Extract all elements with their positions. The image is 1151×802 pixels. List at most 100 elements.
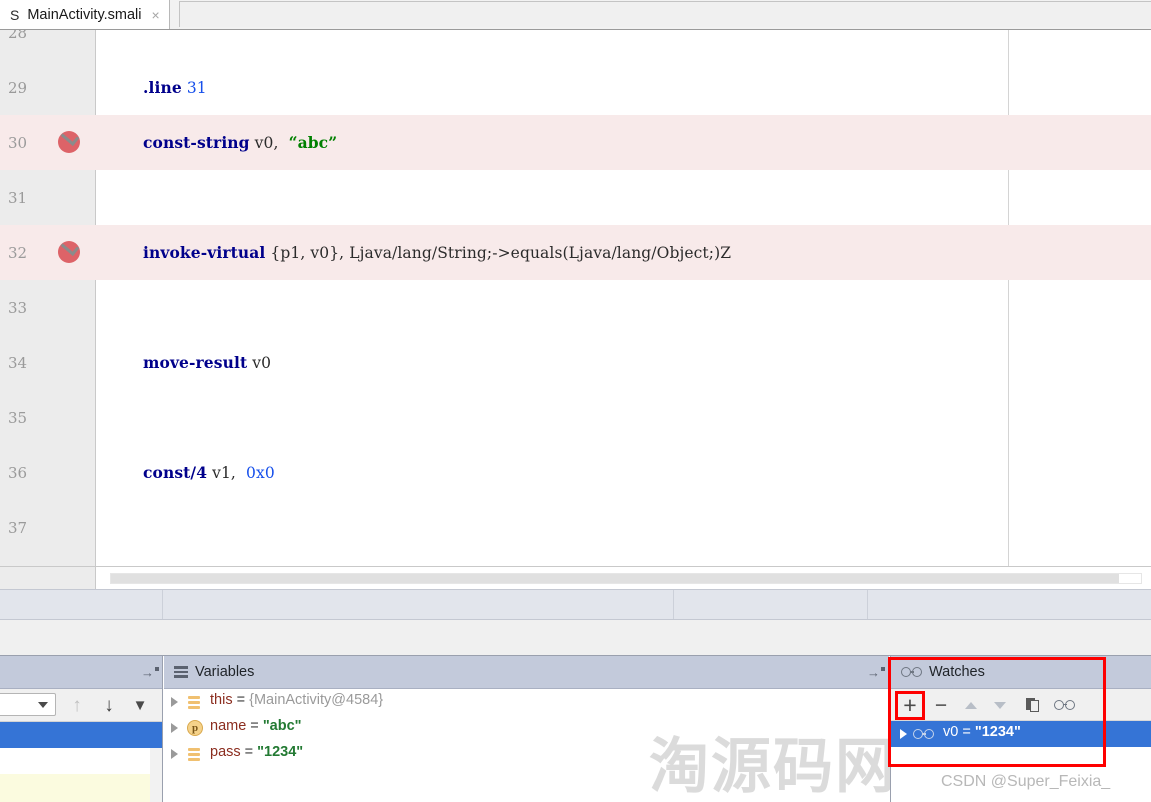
code-token-plain: v1, [207, 463, 247, 482]
move-up-icon[interactable]: ↑ [68, 696, 86, 715]
code-line-28[interactable]: 28 [0, 30, 1151, 60]
code-text: invoke-virtual {p1, v0}, Ljava/lang/Stri… [143, 225, 731, 280]
gutter-line-number: 37 [0, 500, 96, 555]
code-line-37[interactable]: 37 [0, 500, 1151, 555]
watches-view-button[interactable] [1053, 694, 1077, 716]
tab-mainactivity-smali[interactable]: S MainActivity.smali × [0, 0, 170, 29]
code-token-str: “abc” [288, 133, 338, 152]
gutter-line-number: 36 [0, 445, 96, 500]
tab-bar-empty-area [179, 1, 1151, 27]
frames-list[interactable] [0, 722, 162, 802]
close-icon[interactable]: × [150, 8, 160, 22]
gutter-line-number: 34 [0, 335, 96, 390]
expand-triangle-icon[interactable] [171, 723, 178, 733]
toolwindow-spacer [0, 620, 1151, 656]
watch-text: v0 = "1234" [943, 724, 1021, 740]
parameter-icon: p [187, 720, 203, 736]
code-text: const/4 v1, 0x0 [143, 445, 275, 500]
variable-name: name [210, 718, 247, 734]
move-down-button[interactable] [988, 694, 1012, 716]
triangle-down-icon [994, 701, 1006, 709]
scrollbar-thumb[interactable] [111, 574, 1119, 583]
hamburger-icon[interactable] [174, 666, 188, 678]
code-line-36[interactable]: 36 const/4 v1, 0x0 [0, 445, 1151, 500]
thread-selector-dropdown[interactable] [0, 693, 56, 716]
gutter-line-number: 35 [0, 390, 96, 445]
variables-list[interactable]: this = {MainActivity@4584} p name = "abc" p… [164, 689, 889, 802]
gutter-line-number: 32 [0, 225, 96, 280]
code-token-plain: v0 [247, 353, 272, 372]
hide-panel-icon[interactable]: → [867, 666, 885, 679]
code-line-31[interactable]: 31 [0, 170, 1151, 225]
variable-name: this [210, 692, 233, 708]
editor-tab-bar: S MainActivity.smali × [0, 0, 1151, 30]
watch-expression: v0 = [943, 724, 975, 740]
ide-window: S MainActivity.smali × 28 29 .line 31 30 con… [0, 0, 1151, 802]
frames-panel-header: → [0, 656, 162, 689]
glasses-icon [913, 729, 935, 740]
status-segment [163, 590, 674, 619]
watermark-bottom-right: CSDN @Super_Feixia_ [941, 773, 1111, 790]
code-text: const-string v0, “abc” [143, 115, 337, 170]
smali-file-icon: S [10, 6, 20, 23]
variable-value: "1234" [257, 744, 304, 760]
expand-triangle-icon[interactable] [171, 749, 178, 759]
watches-panel-title: Watches [929, 664, 985, 680]
move-up-button[interactable] [959, 694, 983, 716]
code-line-30[interactable]: 30 const-string v0, “abc” [0, 115, 1151, 170]
remove-watch-button[interactable]: − [929, 694, 953, 716]
stack-icon [188, 696, 200, 709]
tab-label: MainActivity.smali [27, 6, 142, 23]
variable-row[interactable]: this = {MainActivity@4584} [164, 689, 889, 715]
status-segment [868, 590, 1151, 619]
code-editor[interactable]: 28 29 .line 31 30 const-string v0, “abc” 31 32… [0, 30, 1151, 566]
frames-toolbar: ↑ ↓ ▼ [0, 689, 162, 722]
watches-panel-header: Watches [891, 656, 1151, 689]
add-watch-button[interactable]: + [898, 693, 922, 716]
filter-icon[interactable]: ▼ [131, 696, 149, 714]
triangle-up-icon [965, 701, 977, 709]
copy-icon [1025, 698, 1039, 712]
line-number-text: 37 [8, 518, 28, 537]
stack-icon [188, 748, 200, 761]
chevron-down-icon[interactable] [38, 702, 48, 708]
variable-value: {MainActivity@4584} [249, 692, 384, 708]
equals-sign: = [240, 744, 258, 760]
code-line-32[interactable]: 32 invoke-virtual {p1, v0}, Ljava/lang/St… [0, 225, 1151, 280]
gutter-line-number: 28 [0, 30, 96, 60]
expand-triangle-icon[interactable] [171, 697, 178, 707]
line-number-text: 34 [8, 353, 28, 372]
move-down-icon[interactable]: ↓ [100, 696, 118, 715]
status-strip [0, 589, 1151, 620]
list-item[interactable] [0, 748, 150, 774]
code-line-29[interactable]: 29 .line 31 [0, 60, 1151, 115]
code-text: .line 31 [143, 60, 207, 115]
hide-panel-icon[interactable]: → [141, 666, 159, 679]
code-line-34[interactable]: 34 move-result v0 [0, 335, 1151, 390]
code-token-kw: move-result [143, 353, 248, 372]
code-line-35[interactable]: 35 [0, 390, 1151, 445]
code-line-38[interactable]: 38 if-eqz v0, :cond_0 [0, 555, 1151, 566]
line-number-text: 33 [8, 298, 28, 317]
variables-panel[interactable]: Variables → this = {MainActivity@4584} p n… [164, 656, 895, 802]
scrollbar-thumb[interactable] [150, 722, 162, 748]
status-segment [0, 590, 163, 619]
list-item[interactable] [0, 774, 150, 802]
line-number-text: 36 [8, 463, 28, 482]
variable-row[interactable]: pass = "1234" [164, 741, 889, 767]
watch-row[interactable]: v0 = "1234" [891, 721, 1151, 747]
variable-row[interactable]: p name = "abc" [164, 715, 889, 741]
code-token-plain: v0, [249, 133, 289, 152]
copy-button[interactable] [1020, 694, 1044, 716]
code-line-33[interactable]: 33 [0, 280, 1151, 335]
code-text: if-eqz v0, :cond_0 [143, 555, 292, 566]
breakpoint-icon[interactable] [58, 131, 80, 153]
breakpoint-icon[interactable] [58, 241, 80, 263]
expand-triangle-icon[interactable] [900, 729, 907, 739]
line-number-text: 35 [8, 408, 28, 427]
list-item[interactable] [0, 722, 150, 748]
editor-horizontal-scrollbar[interactable] [110, 573, 1142, 584]
glasses-icon [901, 667, 923, 678]
frames-panel[interactable]: → ↑ ↓ ▼ [0, 656, 163, 802]
gutter-line-number: 30 [0, 115, 96, 170]
